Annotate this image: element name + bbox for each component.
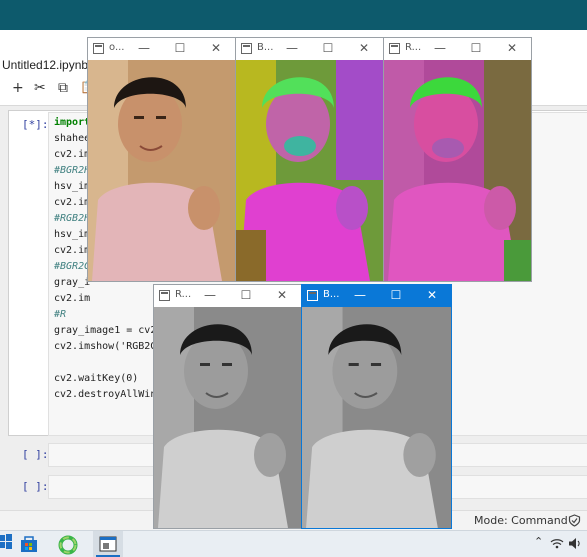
portrait-image-original bbox=[88, 60, 235, 281]
window-app-icon bbox=[159, 290, 170, 301]
add-cell-button[interactable]: + bbox=[12, 80, 24, 96]
portrait-image-hsv bbox=[236, 60, 383, 281]
window-title: R... bbox=[175, 289, 192, 300]
maximize-button[interactable]: ☐ bbox=[388, 288, 404, 302]
image-window-bgr2hsv[interactable]: B... — ☐ ✕ bbox=[235, 37, 384, 282]
image-window-bgr2gray[interactable]: B... — ☐ ✕ bbox=[301, 284, 452, 529]
taskbar: ⌃ bbox=[0, 530, 587, 557]
maximize-button[interactable]: ☐ bbox=[468, 41, 484, 55]
minimize-button[interactable]: — bbox=[136, 41, 152, 55]
copy-cell-button[interactable]: ⧉ bbox=[58, 80, 68, 96]
cell-prompt: [*]: bbox=[22, 118, 49, 131]
code-line: hsv_im bbox=[54, 229, 91, 240]
windows-start-icon[interactable] bbox=[0, 534, 12, 550]
window-title: B... bbox=[257, 42, 274, 53]
cell-prompt: [ ]: bbox=[22, 480, 49, 493]
code-comment: #R bbox=[54, 309, 67, 320]
code-line: shahee bbox=[54, 133, 91, 144]
window-app-icon bbox=[307, 290, 318, 301]
code-line: hsv_im bbox=[54, 181, 91, 192]
python-window-icon[interactable] bbox=[99, 536, 117, 552]
maximize-button[interactable]: ☐ bbox=[238, 288, 254, 302]
code-comment: #BGR2H bbox=[54, 165, 91, 176]
window-titlebar-active[interactable]: B... — ☐ ✕ bbox=[302, 285, 451, 307]
notebook-title[interactable]: Untitled12.ipynb bbox=[2, 58, 88, 72]
maximize-button[interactable]: ☐ bbox=[172, 41, 188, 55]
window-app-icon bbox=[389, 43, 400, 54]
maximize-button[interactable]: ☐ bbox=[320, 41, 336, 55]
code-line: gray_i bbox=[54, 277, 91, 288]
cut-cell-button[interactable]: ✂ bbox=[34, 80, 46, 96]
window-titlebar[interactable]: o... — ☐ ✕ bbox=[88, 38, 235, 60]
code-line: import bbox=[54, 117, 91, 128]
close-button[interactable]: ✕ bbox=[356, 41, 372, 55]
minimize-button[interactable]: — bbox=[432, 41, 448, 55]
window-titlebar[interactable]: R... — ☐ ✕ bbox=[154, 285, 301, 307]
app-ring-icon[interactable] bbox=[58, 535, 78, 555]
close-button[interactable]: ✕ bbox=[274, 288, 290, 302]
code-line: cv2.im bbox=[54, 245, 91, 256]
code-comment: #RGB2H bbox=[54, 213, 91, 224]
cell-prompt: [ ]: bbox=[22, 448, 49, 461]
code-line: cv2.im bbox=[54, 149, 91, 160]
network-icon[interactable] bbox=[550, 537, 564, 549]
code-line: cv2.imshow('RGB2GR bbox=[54, 341, 163, 352]
close-button[interactable]: ✕ bbox=[504, 41, 520, 55]
chevron-up-icon[interactable]: ⌃ bbox=[534, 535, 543, 548]
image-window-original[interactable]: o... — ☐ ✕ bbox=[87, 37, 236, 282]
volume-icon[interactable] bbox=[568, 537, 582, 550]
image-window-rgb2gray[interactable]: R... — ☐ ✕ bbox=[153, 284, 302, 529]
window-title: R... bbox=[405, 42, 422, 53]
store-icon[interactable] bbox=[20, 536, 38, 553]
code-line: gray_image1 = cv2. bbox=[54, 325, 163, 336]
window-title: o... bbox=[109, 42, 125, 53]
window-titlebar[interactable]: B... — ☐ ✕ bbox=[236, 38, 383, 60]
window-app-icon bbox=[241, 43, 252, 54]
close-button[interactable]: ✕ bbox=[208, 41, 224, 55]
code-line: cv2.im bbox=[54, 293, 91, 304]
portrait-image-gray bbox=[154, 307, 301, 528]
portrait-image-gray bbox=[302, 307, 451, 528]
window-titlebar[interactable]: R... — ☐ ✕ bbox=[384, 38, 531, 60]
window-app-icon bbox=[93, 43, 104, 54]
code-line: cv2.waitKey(0) bbox=[54, 373, 139, 384]
shield-icon bbox=[568, 514, 581, 527]
minimize-button[interactable]: — bbox=[284, 41, 300, 55]
mode-indicator: Mode: Command bbox=[474, 514, 568, 527]
portrait-image-hsv-rgb bbox=[384, 60, 531, 281]
code-line: cv2.destroyAllWind bbox=[54, 389, 163, 400]
image-window-rgb2hsv[interactable]: R... — ☐ ✕ bbox=[383, 37, 532, 282]
code-comment: #BGR2G bbox=[54, 261, 91, 272]
minimize-button[interactable]: — bbox=[352, 288, 368, 302]
window-title: B... bbox=[323, 289, 340, 300]
code-line: cv2.im bbox=[54, 197, 91, 208]
jupyter-top-header bbox=[0, 0, 587, 30]
close-button[interactable]: ✕ bbox=[424, 288, 440, 302]
minimize-button[interactable]: — bbox=[202, 288, 218, 302]
